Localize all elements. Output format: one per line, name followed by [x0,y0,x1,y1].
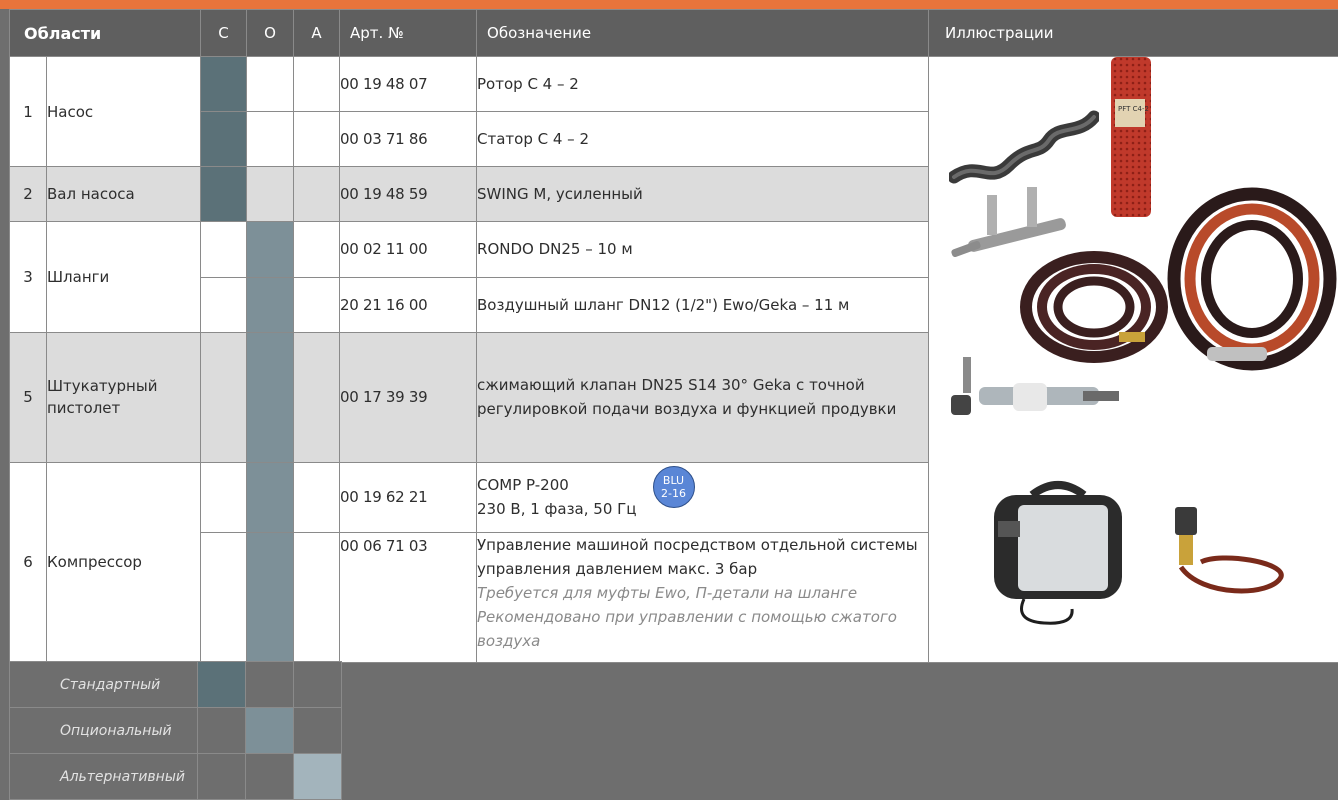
legend-row: Опциональный [10,708,342,754]
designation: Управление машиной посредством отдельной… [477,533,929,663]
standard-cell [201,222,247,278]
designation-text: Управление машиной посредством отдельной… [477,533,928,581]
plaster-gun-image [943,357,1123,437]
legend-label: Альтернативный [10,754,198,800]
article-number: 20 21 16 00 [340,277,477,332]
header-illustrations: Иллюстрации [929,10,1338,57]
blu-badge[interactable]: BLU 2-16 [653,466,695,508]
legend-empty-cell [198,708,246,754]
row-label: Компрессор [47,462,201,663]
standard-marker [201,57,247,112]
legend-standard-swatch [198,662,246,708]
row-label: Штукатурный пистолет [47,332,201,462]
standard-cell [201,462,247,533]
row-label: Вал насоса [47,167,201,222]
pressure-switch-image [1161,497,1291,607]
article-number: 00 19 62 21 [340,462,477,533]
designation-line: COMP P-200 [477,473,636,497]
header-areas: Области [10,10,201,57]
top-accent-bar [0,0,1338,9]
row-number: 2 [10,167,47,222]
header-designation: Обозначение [477,10,929,57]
standard-cell [201,533,247,663]
designation: сжимающий клапан DN25 S14 30° Geka с точ… [477,332,929,462]
hose-large-image [1167,187,1337,377]
article-number: 00 06 71 03 [340,533,477,663]
optional-cell [247,57,294,112]
standard-marker [201,112,247,167]
article-number: 00 03 71 86 [340,112,477,167]
standard-cell [201,277,247,332]
badge-line: 2-16 [654,487,694,500]
alternative-cell [294,112,340,167]
table-header-row: Области С О А Арт. № Обозначение Иллюстр… [10,10,1338,57]
article-number: 00 19 48 59 [340,167,477,222]
article-number: 00 19 48 07 [340,57,477,112]
alternative-cell [294,57,340,112]
badge-line: BLU [654,474,694,487]
legend-empty-cell [198,754,246,800]
table-row: 1 Насос 00 19 48 07 Ротор С 4 – 2 [10,57,1338,112]
designation: Воздушный шланг DN12 (1/2") Ewo/Geka – 1… [477,277,929,332]
designation: Статор С 4 – 2 [477,112,929,167]
designation: RONDO DN25 – 10 м [477,222,929,278]
alternative-cell [294,533,340,663]
standard-cell [201,332,247,462]
alternative-cell [294,277,340,332]
legend-empty-cell [246,662,294,708]
row-number: 5 [10,332,47,462]
left-margin-strip [0,9,9,798]
alternative-cell [294,222,340,278]
alternative-cell [294,167,340,222]
optional-marker [247,332,294,462]
legend-row: Альтернативный [10,754,342,800]
optional-marker [247,222,294,278]
legend-row: Стандартный [10,662,342,708]
header-optional: О [247,10,294,57]
row-label: Шланги [47,222,201,333]
optional-marker [247,533,294,663]
designation: Ротор С 4 – 2 [477,57,929,112]
header-standard: С [201,10,247,57]
stator-image: PFT C4-2 [1107,57,1155,217]
legend-optional-swatch [246,708,294,754]
legend-empty-cell [294,662,342,708]
row-label: Насос [47,57,201,167]
designation-note: Требуется для муфты Ewo, П-детали на шла… [477,581,928,605]
legend-table: Стандартный Опциональный Альтернативный [9,661,342,800]
legend-alternative-swatch [294,754,342,800]
designation: SWING M, усиленный [477,167,929,222]
article-number: 00 17 39 39 [340,332,477,462]
header-article-number: Арт. № [340,10,477,57]
legend-label: Стандартный [10,662,198,708]
compressor-image [984,475,1129,625]
standard-marker [201,167,247,222]
alternative-cell [294,462,340,533]
designation-note: Рекомендовано при управлении с помощью с… [477,605,928,653]
legend-label: Опциональный [10,708,198,754]
designation-line: 230 В, 1 фаза, 50 Гц [477,497,636,521]
optional-cell [247,112,294,167]
legend-empty-cell [246,754,294,800]
stator-label-text: PFT C4-2 [1118,105,1149,113]
row-number: 1 [10,57,47,167]
optional-cell [247,167,294,222]
optional-marker [247,277,294,332]
optional-marker [247,462,294,533]
hose-small-image [1019,237,1169,372]
parts-table: Области С О А Арт. № Обозначение Иллюстр… [9,9,1338,663]
header-alternative: А [294,10,340,57]
illustrations-cell: PFT C4-2 [929,57,1338,663]
legend-empty-cell [294,708,342,754]
row-number: 6 [10,462,47,663]
designation: COMP P-200 230 В, 1 фаза, 50 Гц BLU 2-16 [477,462,929,533]
alternative-cell [294,332,340,462]
row-number: 3 [10,222,47,333]
article-number: 00 02 11 00 [340,222,477,278]
